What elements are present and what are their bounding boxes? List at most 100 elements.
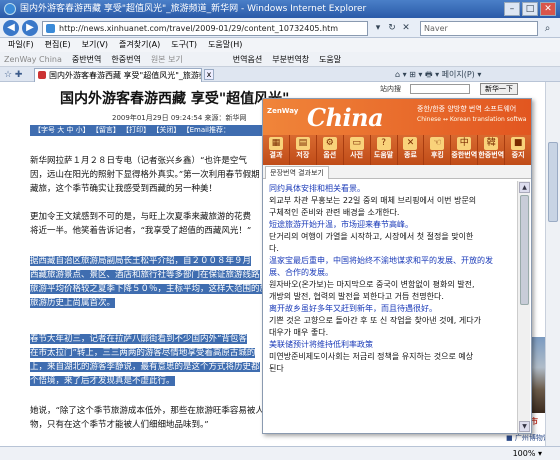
xinhua-favicon-icon: [38, 71, 46, 79]
para-line: 旅游平均价格较之夏季下降５０％，主标平均，这样大范围的旅: [30, 284, 262, 294]
save-icon: ▤: [295, 137, 310, 150]
exit-label: 종료: [404, 151, 417, 159]
help-tool-button[interactable]: ? 도움말: [371, 135, 398, 165]
refresh-icon[interactable]: ↻: [386, 22, 398, 34]
menu-bar: 파일(F) 편집(E) 보기(V) 즐겨찾기(A) 도구(T) 도움말(H): [0, 38, 560, 52]
zh-ko-label: 중한번역: [451, 151, 478, 159]
page-icon: [46, 24, 55, 33]
hook-button[interactable]: ☜ 후킹: [424, 135, 452, 165]
help-button[interactable]: 도움말: [319, 52, 341, 66]
back-icon[interactable]: ◀: [3, 20, 19, 36]
zh-ko-button[interactable]: 中 중한번역: [451, 135, 479, 165]
zoom-level[interactable]: 100% ▾: [513, 447, 542, 460]
exit-button[interactable]: ✕ 종료: [398, 135, 425, 165]
scroll-down-icon[interactable]: ▼: [519, 421, 530, 432]
menu-favorites[interactable]: 즐겨찾기(A): [119, 38, 160, 52]
window-controls: – □ ✕: [504, 2, 556, 16]
search-input[interactable]: Naver: [420, 21, 538, 36]
article-paragraph-3-selected: 据西藏自治区旅游局副局长王松平介绍，自２００８年９月 西藏旅游景点、景区、酒店和…: [30, 254, 262, 310]
address-input[interactable]: http://news.xinhuanet.com/travel/2009-01…: [42, 21, 368, 36]
page-tools[interactable]: ⌂ ▾ ⊞ ▾ 🖶 ▾ 페이지(P) ▾: [395, 69, 481, 83]
translated-sentence: 대우가 매우 좋다.: [269, 328, 329, 337]
menu-view[interactable]: 보기(V): [82, 38, 108, 52]
window-title: 国内外游客春游西藏 享受"超值风光"_旅游频道_新华网 - Windows In…: [20, 4, 367, 14]
forward-icon[interactable]: ▶: [22, 20, 38, 36]
close-window-button[interactable]: ✕: [540, 2, 556, 16]
translated-sentence: 된다: [269, 364, 284, 373]
site-search-input[interactable]: [410, 84, 470, 94]
translator-tabs: 문장번역 결과보기: [263, 165, 531, 179]
page-scroll-thumb[interactable]: [548, 142, 558, 222]
zh-ko-translate-button[interactable]: 중반번역: [72, 52, 101, 66]
ko-zh-translate-button[interactable]: 한중번역: [111, 52, 140, 66]
zenway-logo: ZenWay: [267, 107, 299, 115]
minimize-button[interactable]: –: [504, 2, 520, 16]
menu-edit[interactable]: 편집(E): [45, 38, 71, 52]
para-line: 上，来自湖北的游客李静说，最有意思的是这个方式将历史都: [30, 362, 260, 372]
site-search-button[interactable]: 新华一下: [480, 83, 518, 95]
search-icon[interactable]: ⌕: [540, 21, 555, 36]
translated-sentence: 기쁜 것은 고향으로 돌아간 후 또 신 작업을 찾아낸 것에, 게다가: [269, 316, 481, 325]
article-dateline: 2009年01月29日 09:24:54 来源：新华网: [112, 114, 247, 122]
dictionary-button[interactable]: ▭ 사전: [344, 135, 371, 165]
result-icon: ▦: [268, 137, 283, 150]
source-sentence: 离开故乡虽好多年又赶到新年，而且待遇很好。: [269, 304, 437, 313]
tab-sentence-result[interactable]: 문장번역 결과보기: [265, 166, 329, 179]
translated-sentence: 다.: [269, 244, 279, 253]
scroll-thumb[interactable]: [520, 195, 529, 305]
article-paragraph-4-selected: 春节大年初三，记者在拉萨八廓街看到不少国内外“背包客 在市太拉门”转上，三三两两…: [30, 332, 262, 388]
translated-sentence: 개방의 발전, 협력의 발전을 꾀한다고 거듭 천명한다.: [269, 292, 444, 301]
tab-bar: ☆ ✚ 国内外游客春游西藏 享受"超值风光"_旅游频道... x ⌂ ▾ ⊞ ▾…: [0, 67, 560, 82]
para-line: 新华网拉萨１月２８日专电（记者张兴乡鑫）“也许是空气: [30, 156, 247, 166]
result-button[interactable]: ▦ 결과: [263, 135, 290, 165]
hook-label: 후킹: [430, 151, 444, 159]
translator-panel: ZenWay China 중한/한중 양방향 번역 소프트웨어 Chinese …: [262, 98, 532, 434]
source-sentence: 美联储预计将维持低利率政策: [269, 340, 373, 349]
para-line: 在市太拉门”转上，三三两两的游客尽情地享受着高原古城的: [30, 348, 256, 358]
save-button[interactable]: ▤ 저장: [290, 135, 317, 165]
favorites-star-icon[interactable]: ☆ ✚: [4, 70, 22, 80]
help-label: 도움말: [373, 151, 394, 159]
source-sentence: 展、合作的发展。: [269, 268, 333, 277]
article-paragraph-2: 更加令王文斌感到不可的是，与旺上次夏季来藏旅游的花费 将近一半。他笑着告诉记者，…: [30, 210, 262, 238]
new-tab-button[interactable]: x: [204, 69, 214, 80]
stop-icon[interactable]: ✕: [400, 22, 412, 34]
china-logo: China: [307, 103, 384, 132]
ko-zh-button[interactable]: 韓 한중번역: [478, 135, 506, 165]
zh-ko-icon: 中: [457, 137, 472, 150]
stop-label: 중지: [511, 151, 525, 159]
stop-square-icon: ■: [511, 137, 526, 150]
address-toolbar: ◀ ▶ http://news.xinhuanet.com/travel/200…: [0, 18, 560, 38]
partial-translate-button[interactable]: 부분번역창: [272, 52, 309, 66]
menu-file[interactable]: 파일(F): [8, 38, 34, 52]
view-original-button[interactable]: 원본 보기: [151, 52, 183, 66]
help-icon: ?: [376, 137, 391, 150]
para-line: 西藏旅游景点、景区、酒店和旅行社等多部门在保证旅游线路: [30, 270, 260, 280]
scroll-up-icon[interactable]: ▲: [519, 182, 530, 193]
translator-scrollbar[interactable]: ▲ ▼: [517, 181, 530, 433]
article-tools-bar[interactable]: 【字号 大 中 小】 【留言】 【打印】 【关闭】 【Email推荐：: [30, 125, 258, 136]
result-label: 결과: [269, 151, 283, 159]
maximize-button[interactable]: □: [522, 2, 538, 16]
stop-button[interactable]: ■ 중지: [505, 135, 531, 165]
article-paragraph-1: 新华网拉萨１月２８日专电（记者张兴乡鑫）“也许是空气 因，远山在阳光的照射下显得…: [30, 154, 262, 196]
source-sentence: 短途旅游开始升温，市场迎来春节高峰。: [269, 220, 413, 229]
translation-output[interactable]: 同约具体安排和相关看景。 외교부 차관 무홍보는 22일 중외 매체 브리핑에서 …: [265, 181, 517, 433]
translate-options-button[interactable]: 번역옵션: [233, 52, 262, 66]
menu-help[interactable]: 도움말(H): [208, 38, 242, 52]
article-headline: 国内外游客春游西藏 享受"超值风光": [60, 91, 290, 107]
tab-active[interactable]: 国内外游客春游西藏 享受"超值风光"_旅游频道...: [34, 68, 202, 82]
status-bar: 100% ▾: [0, 446, 560, 460]
page-scrollbar[interactable]: [545, 82, 560, 446]
related-link[interactable]: ■ 广州博物馆公公 "长沙"...: [506, 433, 545, 443]
para-line: 春节大年初三，记者在拉萨八廓街看到不少国内外“背包客: [30, 334, 247, 344]
source-sentence: 温家宝最后重申，中国将始终不渝地谋求和平的发展、开放的发: [269, 256, 493, 265]
options-button[interactable]: ⚙ 옵션: [317, 135, 344, 165]
ko-zh-icon: 韓: [484, 137, 499, 150]
translator-header: ZenWay China 중한/한중 양방향 번역 소프트웨어 Chinese …: [263, 99, 531, 135]
dropdown-icon[interactable]: ▾: [372, 22, 384, 34]
para-line: 因，远山在阳光的照射下显得格外真实。”第一次利用春节假期: [30, 170, 260, 180]
para-line: 将近一半。他笑着告诉记者，“我享受了超值的西藏风光！”: [30, 226, 252, 236]
menu-tools[interactable]: 도구(T): [171, 38, 197, 52]
site-search-label: 站内搜: [380, 85, 401, 93]
